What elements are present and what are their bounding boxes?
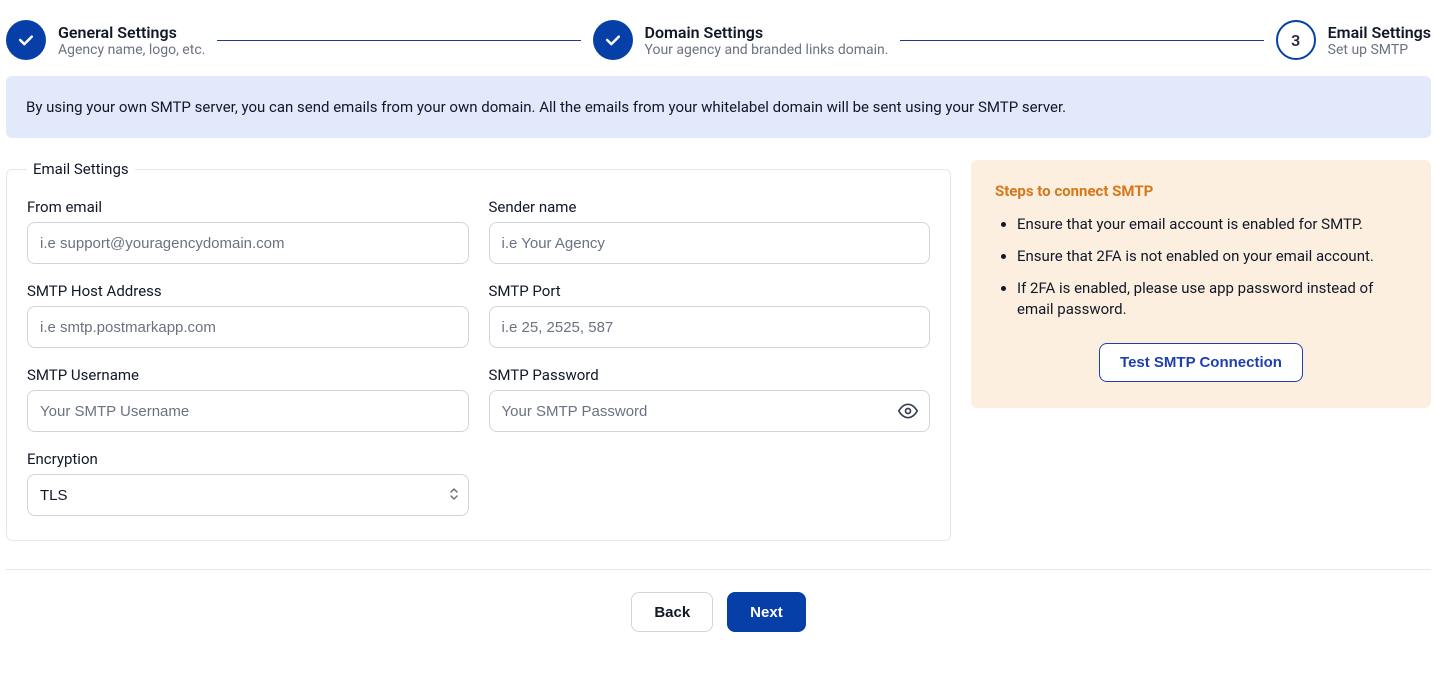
select-encryption[interactable]: TLSSSLNone <box>27 474 469 516</box>
label-from-email: From email <box>27 198 469 216</box>
form-legend: Email Settings <box>27 160 135 178</box>
label-smtp-port: SMTP Port <box>489 282 931 300</box>
toggle-password-visibility[interactable] <box>896 399 920 423</box>
step-title: Domain Settings <box>645 23 889 42</box>
eye-icon <box>898 401 918 421</box>
help-list: Ensure that your email account is enable… <box>995 214 1407 321</box>
step-domain-settings[interactable]: Domain Settings Your agency and branded … <box>593 20 889 60</box>
email-settings-form: Email Settings From email Sender name SM… <box>6 160 951 541</box>
info-banner-text: By using your own SMTP server, you can s… <box>26 98 1066 116</box>
input-from-email[interactable] <box>27 222 469 264</box>
step-title: Email Settings <box>1328 23 1431 42</box>
step-text: Email Settings Set up SMTP <box>1328 23 1431 58</box>
field-smtp-port: SMTP Port <box>489 282 931 348</box>
field-smtp-username: SMTP Username <box>27 366 469 432</box>
step-subtitle: Set up SMTP <box>1328 42 1431 58</box>
smtp-help-card: Steps to connect SMTP Ensure that your e… <box>971 160 1431 408</box>
back-button[interactable]: Back <box>631 592 713 632</box>
help-item: Ensure that 2FA is not enabled on your e… <box>1017 246 1407 268</box>
label-sender-name: Sender name <box>489 198 931 216</box>
step-connector <box>900 40 1263 41</box>
label-encryption: Encryption <box>27 450 469 468</box>
step-number: 3 <box>1291 31 1300 50</box>
divider <box>6 569 1431 570</box>
step-circle-current: 3 <box>1276 20 1316 60</box>
step-email-settings[interactable]: 3 Email Settings Set up SMTP <box>1276 20 1431 60</box>
field-smtp-password: SMTP Password <box>489 366 931 432</box>
step-subtitle: Agency name, logo, etc. <box>58 42 205 58</box>
test-smtp-button[interactable]: Test SMTP Connection <box>1099 343 1303 382</box>
label-smtp-host: SMTP Host Address <box>27 282 469 300</box>
check-icon <box>16 30 36 50</box>
field-sender-name: Sender name <box>489 198 931 264</box>
next-button[interactable]: Next <box>727 592 806 632</box>
input-smtp-host[interactable] <box>27 306 469 348</box>
step-title: General Settings <box>58 23 205 42</box>
step-subtitle: Your agency and branded links domain. <box>645 42 889 58</box>
help-item: If 2FA is enabled, please use app passwo… <box>1017 278 1407 322</box>
main-row: Email Settings From email Sender name SM… <box>6 160 1431 541</box>
field-encryption: Encryption TLSSSLNone <box>27 450 469 516</box>
label-smtp-password: SMTP Password <box>489 366 931 384</box>
help-title: Steps to connect SMTP <box>995 182 1407 200</box>
stepper: General Settings Agency name, logo, etc.… <box>6 12 1431 76</box>
footer-actions: Back Next <box>6 592 1431 632</box>
input-smtp-password[interactable] <box>489 390 931 432</box>
info-banner: By using your own SMTP server, you can s… <box>6 76 1431 138</box>
step-circle-done <box>593 20 633 60</box>
field-from-email: From email <box>27 198 469 264</box>
help-item: Ensure that your email account is enable… <box>1017 214 1407 236</box>
step-circle-done <box>6 20 46 60</box>
field-smtp-host: SMTP Host Address <box>27 282 469 348</box>
input-smtp-port[interactable] <box>489 306 931 348</box>
step-text: Domain Settings Your agency and branded … <box>645 23 889 58</box>
step-general-settings[interactable]: General Settings Agency name, logo, etc. <box>6 20 205 60</box>
label-smtp-username: SMTP Username <box>27 366 469 384</box>
step-connector <box>217 40 580 41</box>
check-icon <box>603 30 623 50</box>
step-text: General Settings Agency name, logo, etc. <box>58 23 205 58</box>
input-smtp-username[interactable] <box>27 390 469 432</box>
input-sender-name[interactable] <box>489 222 931 264</box>
